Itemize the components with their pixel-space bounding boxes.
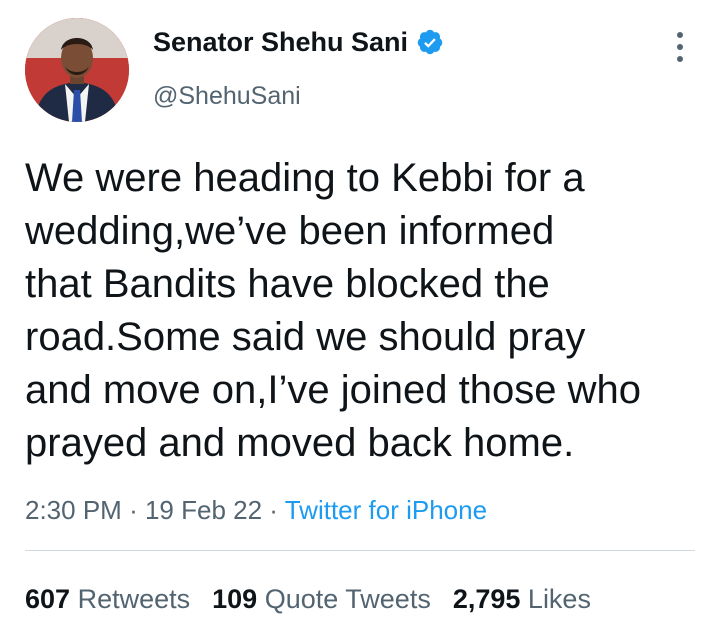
more-dot (677, 32, 683, 38)
quote-tweets-count: 109 (212, 584, 258, 614)
tweet-source-link[interactable]: Twitter for iPhone (285, 495, 487, 525)
author-display-name[interactable]: Senator Shehu Sani (153, 24, 408, 60)
tweet-date[interactable]: 19 Feb 22 (145, 495, 262, 525)
avatar[interactable] (25, 18, 129, 122)
likes-stat[interactable]: 2,795 Likes (453, 584, 591, 614)
author-name-row[interactable]: Senator Shehu Sani (153, 24, 444, 60)
tweet-metadata: 2:30 PM · 19 Feb 22 · Twitter for iPhone (25, 493, 487, 527)
retweets-stat[interactable]: 607 Retweets (25, 584, 190, 614)
meta-separator: · (269, 495, 278, 525)
divider (25, 550, 695, 551)
tweet-card: Senator Shehu Sani @ShehuSani We were he… (0, 0, 720, 628)
retweets-label: Retweets (77, 584, 191, 614)
likes-label: Likes (527, 584, 591, 614)
tweet-text: We were heading to Kebbi for a wedding,w… (25, 156, 641, 465)
retweets-count: 607 (25, 584, 71, 614)
avatar-image (25, 18, 129, 122)
quote-tweets-stat[interactable]: 109 Quote Tweets (212, 584, 431, 614)
verified-badge-icon (416, 28, 444, 56)
likes-count: 2,795 (452, 584, 521, 614)
quote-tweets-label: Quote Tweets (264, 584, 431, 614)
meta-separator: · (129, 495, 138, 525)
author-handle[interactable]: @ShehuSani (153, 80, 301, 112)
tweet-time[interactable]: 2:30 PM (25, 495, 122, 525)
more-dot (677, 56, 683, 62)
tweet-stats: 607 Retweets 109 Quote Tweets 2,795 Likes (25, 582, 591, 616)
more-dot (677, 44, 683, 50)
more-options-icon[interactable] (670, 32, 690, 62)
